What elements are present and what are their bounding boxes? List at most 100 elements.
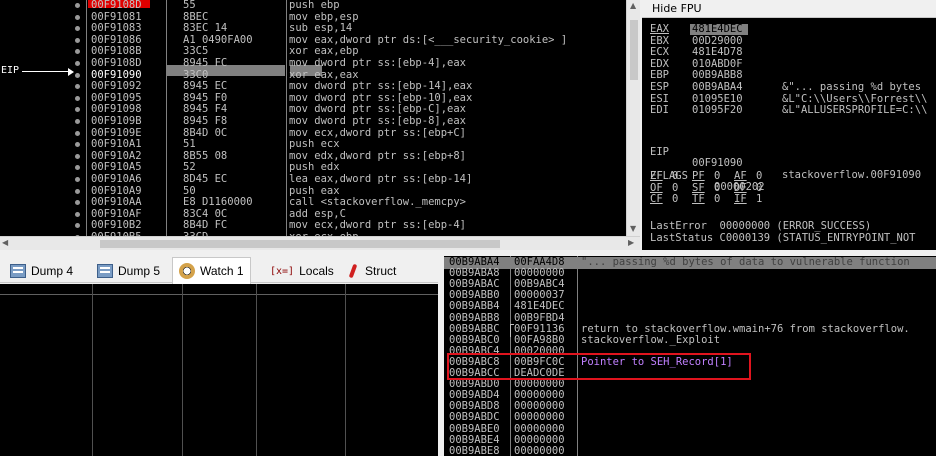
tab-dump-4[interactable]: Dump 4 [4, 259, 79, 283]
disasm-row[interactable]: 00F910A2 8B55 08 mov edx,dword ptr ss:[ebp… [86, 150, 626, 163]
flag-value[interactable]: 0 [714, 170, 720, 183]
register-name: EDI [650, 104, 669, 117]
watch-icon [179, 263, 195, 279]
last-error: LastError 00000000 (ERROR_SUCCESS) [650, 220, 872, 232]
tab-label: Struct [365, 264, 397, 278]
disasm-opcode: 8945 F8 [183, 115, 228, 127]
flag-value[interactable]: 0 [714, 194, 720, 206]
struct-icon [346, 264, 360, 278]
eip-arrow-icon [22, 71, 70, 72]
watch-pane[interactable] [0, 284, 438, 456]
flag-value[interactable]: 0 [756, 170, 762, 183]
hide-fpu-button[interactable]: Hide FPU [652, 2, 702, 15]
disasm-horizontal-scrollbar[interactable]: ◀ ▶ [0, 236, 640, 250]
flag-name: ZF [650, 170, 663, 182]
watch-column-separator[interactable] [92, 284, 93, 456]
tab-struct[interactable]: Struct [340, 259, 402, 283]
scroll-right-icon[interactable]: ▶ [628, 238, 634, 247]
disasm-row[interactable]: 00F9109E 8B4D 0C mov ecx,dword ptr ss:[ebp… [86, 127, 626, 140]
register-comment: stackoverflow.00F91090 [782, 168, 922, 181]
tab-locals[interactable]: [x=] Locals [264, 259, 340, 283]
tab-label: Dump 5 [118, 264, 161, 278]
disassembly-pane[interactable]: EIP 00F9108D 55 push ebp 00F91081 8BEC mov eb… [0, 0, 626, 236]
disasm-gutter [0, 0, 86, 236]
flag-name: AF [734, 170, 747, 182]
breakpoint-dot-icon[interactable] [75, 211, 80, 217]
disasm-instruction: mov dword ptr ss:[ebp-8],eax [289, 115, 467, 127]
watch-column-separator[interactable] [345, 284, 346, 456]
disasm-row[interactable]: 00F9108D 55 push ebp [86, 0, 626, 12]
scroll-up-icon[interactable]: ▲ [630, 1, 636, 10]
register-comment: &"... passing %d bytes [782, 81, 922, 93]
disasm-instruction: mov dword ptr ss:[ebp-4],eax [289, 57, 467, 69]
breakpoint-dot-icon[interactable] [75, 14, 80, 20]
stack-address: 00B9ABE8 [449, 444, 500, 456]
seh-record-highlight-box [447, 353, 751, 380]
stack-pane[interactable]: 00B9ABA4 00FAA4D8 "... passing %d bytes of… [444, 256, 936, 456]
disasm-row[interactable]: 00F9109B 8945 F8 mov dword ptr ss:[ebp-8],… [86, 115, 626, 128]
register-value[interactable]: 00F91090 [692, 158, 743, 170]
breakpoint-dot-icon[interactable] [75, 188, 80, 194]
stack-comment: "... passing %d bytes of data to vulnera… [581, 256, 910, 268]
flag-name: TF [692, 193, 705, 206]
breakpoint-dot-icon[interactable] [75, 153, 80, 159]
dump-icon [97, 264, 113, 278]
register-name: ESP [650, 81, 669, 93]
disasm-row[interactable]: 00F910A6 8D45 EC lea eax,dword ptr ss:[ebp… [86, 173, 626, 186]
flag-name: IF [734, 193, 747, 206]
register-comment: &L"ALLUSERSPROFILE=C:\\ [782, 104, 928, 117]
disasm-address: 00F9109B [91, 115, 142, 127]
breakpoint-dot-icon[interactable] [75, 37, 80, 43]
tab-label: Watch 1 [200, 264, 244, 278]
disasm-opcode: 8D45 EC [183, 173, 228, 185]
disasm-address: 00F9108D [91, 0, 142, 11]
flag-value[interactable]: 0 [672, 170, 678, 183]
flag-value[interactable]: 1 [756, 194, 762, 206]
disasm-row[interactable]: 00F91081 8BEC mov ebp,esp [86, 11, 626, 24]
breakpoint-dot-icon[interactable] [75, 72, 80, 78]
disasm-address: 00F9108D [91, 57, 142, 69]
breakpoint-dot-icon[interactable] [75, 61, 80, 66]
breakpoint-dot-icon[interactable] [75, 119, 80, 124]
flag-name: CF [650, 193, 663, 206]
breakpoint-dot-icon[interactable] [75, 95, 80, 101]
breakpoint-dot-icon[interactable] [75, 3, 80, 8]
tab-dump-5[interactable]: Dump 5 [91, 259, 166, 283]
stack-row[interactable]: 00B9ABE8 00000000 [444, 444, 936, 456]
tab-label: Dump 4 [31, 264, 74, 278]
disasm-instruction: lea eax,dword ptr ss:[ebp-14] [289, 173, 473, 185]
dump-icon [10, 264, 26, 278]
scroll-thumb[interactable] [100, 240, 500, 248]
register-value[interactable]: 00B9ABA4 [692, 81, 743, 94]
register-name: EIP [650, 145, 669, 158]
eip-arrow-head-icon [68, 68, 74, 76]
eip-label: EIP [1, 65, 20, 76]
scroll-down-icon[interactable]: ▼ [630, 224, 636, 233]
last-status: LastStatus C0000139 (STATUS_ENTRYPOINT_N… [650, 232, 916, 244]
breakpoint-dot-icon[interactable] [75, 130, 80, 136]
registers-header[interactable]: Hide FPU [642, 0, 936, 18]
disasm-opcode: 8945 FC [183, 57, 228, 69]
tab-watch-1[interactable]: Watch 1 [172, 257, 251, 284]
register-value[interactable]: 01095F20 [692, 105, 743, 117]
register-name: EAX [650, 23, 669, 35]
tab-label: Locals [299, 264, 334, 278]
breakpoint-dot-icon[interactable] [75, 177, 80, 182]
registers-pane[interactable]: Hide FPU EAX 481E4DEC EBX 00D29000 ECX 481E4D… [642, 0, 936, 250]
flag-name: PF [692, 170, 705, 182]
watch-column-separator[interactable] [182, 284, 183, 456]
disasm-instruction: push ebp [289, 0, 340, 11]
watch-column-separator[interactable] [256, 284, 257, 456]
watch-header-line [0, 294, 438, 295]
disasm-row[interactable]: 00F9108D 8945 FC mov dword ptr ss:[ebp-4],… [86, 57, 626, 70]
disasm-vertical-scrollbar[interactable]: ▲ ▼ [626, 0, 640, 236]
register-value[interactable]: 481E4DEC [692, 23, 743, 36]
stack-value: 00000000 [514, 444, 565, 456]
scroll-left-icon[interactable]: ◀ [2, 238, 8, 247]
locals-icon: [x=] [270, 265, 295, 277]
stack-frame-marker [510, 324, 514, 337]
scroll-thumb[interactable] [630, 20, 638, 80]
flag-value[interactable]: 0 [672, 194, 678, 206]
stack-comment: stackoverflow._Exploit [581, 333, 721, 346]
disasm-row[interactable]: 00F910AA E8 D1160000 call <stackoverflow._… [86, 197, 626, 209]
